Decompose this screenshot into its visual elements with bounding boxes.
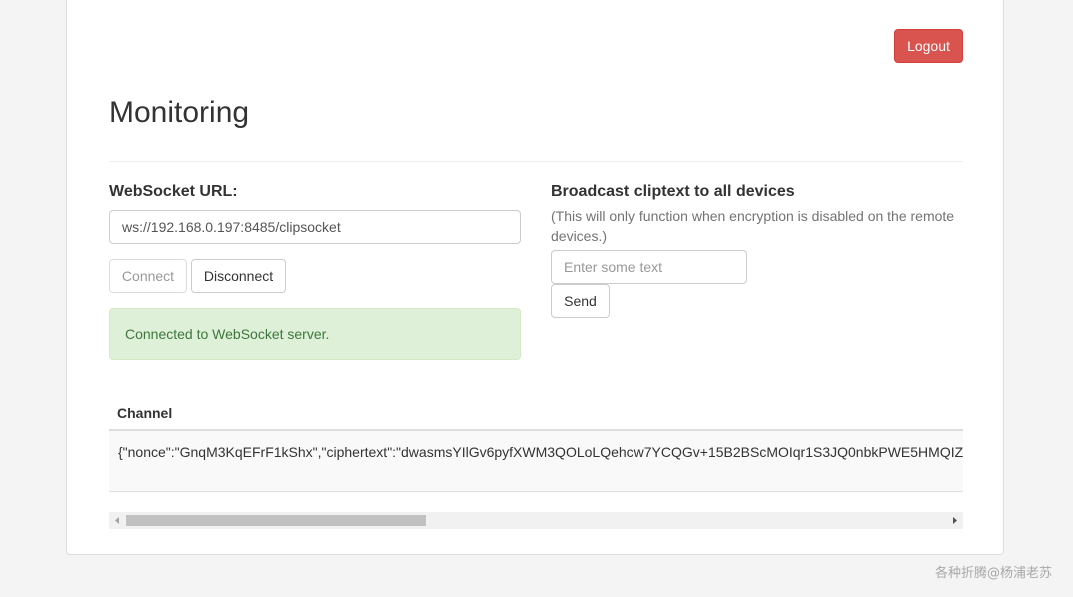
logout-button[interactable]: Logout [894,29,963,63]
table-row: {"nonce":"GnqM3KqEFrF1kShx","ciphertext"… [109,431,963,492]
triangle-right-icon[interactable] [946,512,963,529]
send-button[interactable]: Send [551,284,610,318]
page-title: Monitoring [109,96,250,129]
horizontal-scrollbar[interactable] [109,512,963,529]
main-panel: Logout Monitoring WebSocket URL: Connect… [66,0,1004,555]
header-divider [109,161,963,162]
broadcast-label: Broadcast cliptext to all devices [551,183,795,200]
channel-table: Channel {"nonce":"GnqM3KqEFrF1kShx","cip… [109,395,963,492]
connect-button[interactable]: Connect [109,259,187,293]
websocket-url-input[interactable] [109,210,521,244]
disconnect-button[interactable]: Disconnect [191,259,286,293]
websocket-url-label: WebSocket URL: [109,183,238,200]
triangle-left-icon[interactable] [109,512,126,529]
broadcast-help-text: (This will only function when encryption… [551,208,955,244]
table-header-channel: Channel [109,395,963,431]
scrollbar-thumb[interactable] [126,515,426,526]
connection-status-alert: Connected to WebSocket server. [109,308,521,360]
broadcast-text-input[interactable] [551,250,747,284]
watermark-text: 各种折腾@杨浦老苏 [934,566,1052,581]
